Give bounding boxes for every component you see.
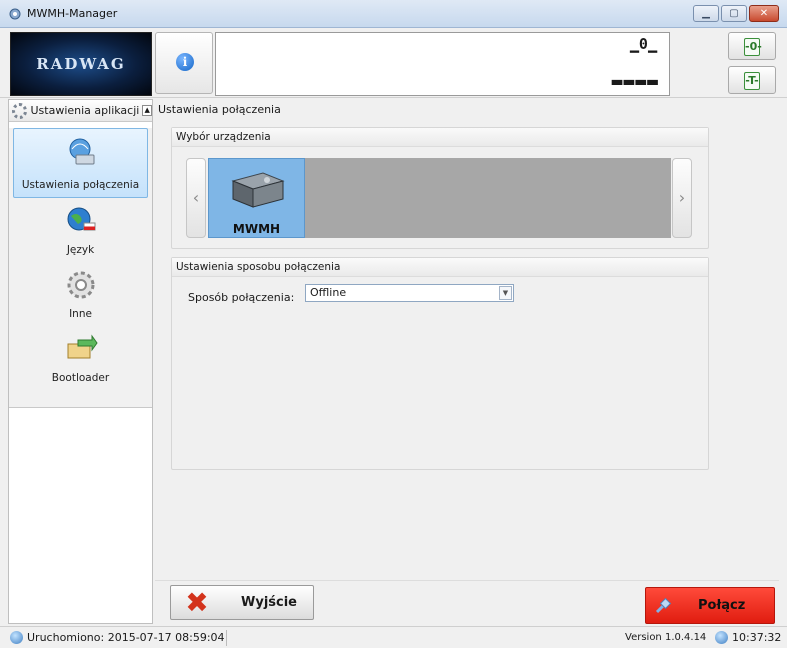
sidebar-header-label: Ustawienia aplikacji — [30, 104, 140, 117]
connection-method-value: Offline — [310, 286, 347, 299]
tare-icon: -T- — [744, 72, 760, 90]
zero-icon: -0- — [744, 38, 762, 56]
device-name: MWMH — [232, 222, 281, 236]
exit-button[interactable]: ✖ Wyjście — [170, 585, 314, 620]
tare-button[interactable]: -T- — [728, 66, 776, 94]
chevron-down-icon[interactable]: ▼ — [499, 286, 512, 300]
connection-method-group: Ustawienia sposobu połączenia Sposób poł… — [171, 257, 709, 470]
close-button[interactable]: ✕ — [749, 5, 779, 22]
sidebar-item-label: Bootloader — [51, 372, 110, 384]
radwag-logo: RADWAG — [10, 32, 152, 96]
minimize-button[interactable]: ▁ — [693, 5, 719, 22]
device-card-mwmh[interactable]: MWMH — [208, 158, 305, 238]
header: RADWAG i ▁0▁ ▬▬▬▬ -0- -T- — [0, 28, 787, 98]
sidebar-nav: Ustawienia połączenia Język Inne Bootloa… — [9, 128, 152, 408]
bootloader-icon — [67, 334, 98, 359]
info-button[interactable]: i — [155, 32, 213, 94]
page-title: Ustawienia połączenia — [158, 103, 281, 116]
sidebar-item-bootloader[interactable]: Bootloader — [9, 326, 152, 390]
info-icon: i — [176, 53, 194, 71]
app-icon — [9, 8, 21, 20]
collapse-icon[interactable]: ▲ — [142, 105, 152, 116]
started-status: Uruchomiono: 2015-07-17 08:59:04 — [10, 631, 225, 644]
sidebar-item-label: Inne — [69, 308, 92, 320]
status-bar: Uruchomiono: 2015-07-17 08:59:04 Version… — [0, 626, 787, 648]
carousel-prev-button[interactable]: ‹ — [186, 158, 206, 238]
language-globe-icon — [67, 207, 95, 231]
action-bar: ✖ Wyjście Połącz — [155, 580, 779, 625]
version-text: Version 1.0.4.14 — [625, 632, 707, 643]
connect-label: Połącz — [698, 598, 746, 613]
sidebar-item-other[interactable]: Inne — [9, 262, 152, 326]
connection-method-select[interactable]: Offline ▼ — [305, 284, 514, 302]
weight-display: ▁0▁ ▬▬▬▬ — [215, 32, 670, 96]
status-icon — [10, 631, 23, 644]
settings-gear-icon — [12, 102, 27, 119]
zero-button[interactable]: -0- — [728, 32, 776, 60]
maximize-button[interactable]: ▢ — [721, 5, 747, 22]
clock: 10:37:32 — [715, 631, 781, 644]
plug-icon — [655, 597, 672, 614]
device-carousel: MWMH — [208, 158, 671, 238]
connection-method-label: Sposób połączenia: — [188, 291, 295, 304]
exit-label: Wyjście — [241, 595, 297, 610]
sidebar-item-language[interactable]: Język — [9, 198, 152, 262]
scale-device-icon — [231, 172, 285, 208]
title-bar: MWMH-Manager ▁ ▢ ✕ — [0, 0, 787, 28]
window-title: MWMH-Manager — [27, 7, 118, 20]
connect-button[interactable]: Połącz — [645, 587, 775, 624]
sidebar: Ustawienia aplikacji ▲ Ustawienia połącz… — [8, 99, 153, 624]
weight-reading: ▬▬▬▬ — [611, 71, 659, 92]
logo-text: RADWAG — [36, 55, 126, 73]
device-selection-title: Wybór urządzenia — [172, 128, 708, 147]
started-text: Uruchomiono: 2015-07-17 08:59:04 — [27, 631, 225, 644]
connection-method-title: Ustawienia sposobu połączenia — [172, 258, 708, 277]
gear-icon — [67, 271, 94, 299]
exit-x-icon: ✖ — [185, 586, 209, 619]
clock-time: 10:37:32 — [732, 631, 782, 644]
status-divider — [226, 630, 227, 646]
clock-icon — [715, 631, 728, 644]
zero-indicator-icon: ▁0▁ — [629, 35, 657, 53]
sidebar-item-label: Ustawienia połączenia — [21, 179, 140, 191]
sidebar-header[interactable]: Ustawienia aplikacji ▲ — [9, 100, 152, 122]
device-selection-group: Wybór urządzenia ‹ MWMH › — [171, 127, 709, 249]
carousel-next-button[interactable]: › — [672, 158, 692, 238]
network-settings-icon — [69, 138, 94, 165]
sidebar-item-label: Język — [66, 244, 95, 256]
sidebar-item-connection-settings[interactable]: Ustawienia połączenia — [13, 128, 148, 198]
main-content: Ustawienia połączenia Wybór urządzenia ‹… — [155, 99, 779, 580]
